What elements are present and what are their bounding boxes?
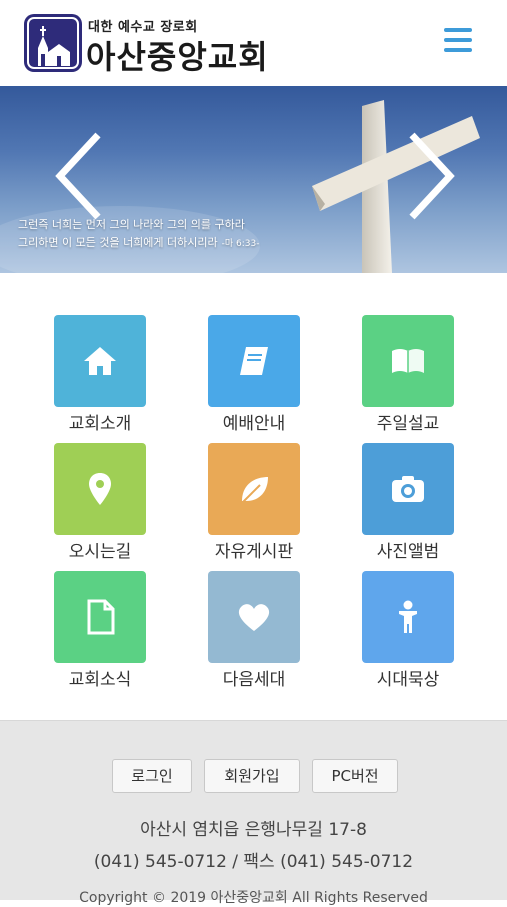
menu-grid: 교회소개 예배안내 주일설교 오시는길 자유게시판 사진앨범 교회소식 다음세대… [0,273,507,720]
menu-tile-worship[interactable]: 예배안내 [194,315,314,435]
banner-verse: 그런즉 너희는 먼저 그의 나라와 그의 의를 구하라 그리하면 이 모든 것을… [18,216,260,253]
menu-label: 오시는길 [68,542,132,562]
menu-label: 주일설교 [376,414,440,434]
menu-label: 교회소식 [68,670,132,690]
verse-line-2: 그리하면 이 모든 것을 너희에게 더하시리라 [18,236,218,249]
menu-label: 다음세대 [222,670,286,690]
copyright: Copyright © 2019 아산중앙교회 All Rights Reser… [79,890,428,906]
signup-button[interactable]: 회원가입 [204,759,300,793]
hero-banner: 그런즉 너희는 먼저 그의 나라와 그의 의를 구하라 그리하면 이 모든 것을… [0,86,507,273]
logo-title: 아산중앙교회 [86,38,269,76]
menu-tile-free-board[interactable]: 자유게시판 [194,443,314,563]
menu-tile-photo-album[interactable]: 사진앨범 [348,443,468,563]
document-icon [87,599,115,635]
church-address: 아산시 염치읍 은행나무길 17-8 [140,820,367,840]
verse-reference: -마 6:33- [221,239,260,249]
leaf-icon [241,477,268,504]
header: 대한 예수교 장로회 아산중앙교회 [0,0,507,86]
pc-version-button[interactable]: PC버전 [312,759,398,793]
menu-label: 사진앨범 [376,542,440,562]
verse-line-1: 그런즉 너희는 먼저 그의 나라와 그의 의를 구하라 [18,218,245,231]
menu-label: 자유게시판 [214,542,294,562]
menu-label: 예배안내 [222,414,286,434]
next-slide-chevron-icon[interactable] [400,131,460,221]
menu-label: 시대묵상 [376,670,440,690]
menu-tile-church-news[interactable]: 교회소식 [40,571,160,691]
menu-tile-sermon[interactable]: 주일설교 [348,315,468,435]
menu-tile-next-generation[interactable]: 다음세대 [194,571,314,691]
church-phone: (041) 545-0712 / 팩스 (041) 545-0712 [93,852,414,872]
person-icon [399,600,417,633]
camera-icon [392,476,424,502]
church-building-icon [24,14,82,72]
church-logo[interactable]: 대한 예수교 장로회 아산중앙교회 [24,14,284,76]
menu-label: 교회소개 [68,414,132,434]
menu-tile-directions[interactable]: 오시는길 [40,443,160,563]
hamburger-menu-icon[interactable] [440,28,476,60]
menu-tile-meditation[interactable]: 시대묵상 [348,571,468,691]
home-icon [84,347,116,375]
heart-icon [238,604,270,631]
map-pin-icon [89,473,111,505]
open-book-icon [392,349,424,373]
footer: 로그인 회원가입 PC버전 아산시 염치읍 은행나무길 17-8 (041) 5… [0,720,507,906]
prev-slide-chevron-icon[interactable] [50,131,110,221]
login-button[interactable]: 로그인 [112,759,192,793]
menu-tile-church-intro[interactable]: 교회소개 [40,315,160,435]
book-icon [240,347,268,375]
